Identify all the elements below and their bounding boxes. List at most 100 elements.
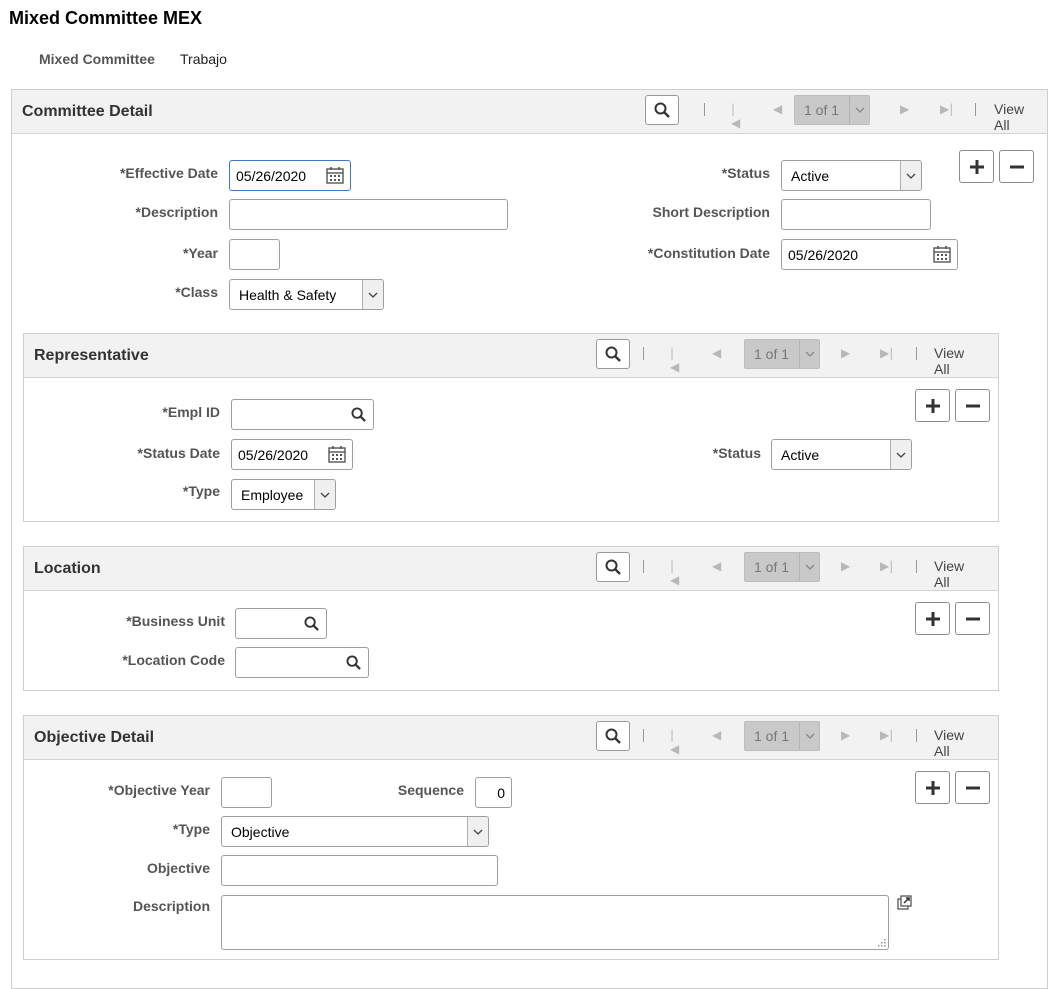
sequence-input[interactable]: 0 <box>475 777 512 808</box>
next-icon[interactable]: ▶ <box>841 559 850 573</box>
page-title: Mixed Committee MEX <box>9 8 203 28</box>
empl-id-label: *Empl ID <box>162 404 220 420</box>
search-icon[interactable] <box>346 655 361 670</box>
business-unit-label: *Business Unit <box>126 613 225 629</box>
prev-icon[interactable]: ◀ <box>712 559 721 573</box>
add-row-button[interactable] <box>915 771 950 804</box>
search-icon[interactable] <box>351 407 366 422</box>
search-icon <box>654 102 670 118</box>
prev-icon[interactable]: ◀ <box>712 728 721 742</box>
constitution-date-input[interactable]: 05/26/2020 <box>781 239 958 270</box>
view-all-link[interactable]: View All <box>994 101 1024 133</box>
status-select[interactable]: Active <box>781 160 922 191</box>
objective-year-label: *Objective Year <box>108 782 210 798</box>
objective-input[interactable] <box>221 855 498 886</box>
mixed-committee-label: Mixed Committee <box>39 51 155 67</box>
objective-type-label: *Type <box>172 821 210 837</box>
next-icon[interactable]: ▶ <box>900 102 909 116</box>
empl-id-input[interactable] <box>231 399 374 430</box>
first-icon[interactable]: |◀ <box>670 559 679 587</box>
location-code-input[interactable] <box>235 647 369 678</box>
delete-row-button[interactable] <box>955 771 990 804</box>
delete-row-button[interactable] <box>999 150 1034 183</box>
objective-description-label: Description <box>132 898 210 914</box>
separator <box>916 347 917 360</box>
effective-date-label: *Effective Date <box>119 165 218 181</box>
plus-icon <box>925 780 940 795</box>
search-button[interactable] <box>596 339 630 369</box>
add-row-button[interactable] <box>959 150 994 183</box>
effective-date-input[interactable]: 05/26/2020 <box>229 160 351 191</box>
status-date-input[interactable]: 05/26/2020 <box>231 439 353 470</box>
type-select[interactable]: Employee <box>231 479 336 510</box>
view-all-link[interactable]: View All <box>934 727 964 759</box>
chevron-down-icon <box>906 173 916 179</box>
rep-status-label: *Status <box>712 445 761 461</box>
objective-type-select[interactable]: Objective <box>221 816 489 847</box>
search-button[interactable] <box>596 552 630 582</box>
sequence-label: Sequence <box>397 782 464 798</box>
minus-icon <box>965 404 980 407</box>
resize-grip-icon[interactable] <box>876 937 886 947</box>
first-icon[interactable]: |◀ <box>670 346 679 374</box>
year-input[interactable] <box>229 239 280 270</box>
add-row-button[interactable] <box>915 389 950 422</box>
section-title: Committee Detail <box>22 103 153 120</box>
rep-status-select[interactable]: Active <box>771 439 912 470</box>
description-label: *Description <box>135 204 218 220</box>
plus-icon <box>925 398 940 413</box>
delete-row-button[interactable] <box>955 602 990 635</box>
description-input[interactable] <box>229 199 508 230</box>
separator <box>975 103 976 116</box>
last-icon[interactable]: ▶| <box>880 559 893 573</box>
add-row-button[interactable] <box>915 602 950 635</box>
calendar-icon[interactable] <box>933 245 951 263</box>
objective-label: Objective <box>146 860 210 876</box>
separator <box>643 560 644 573</box>
pager-dropdown[interactable]: 1 of 1 <box>794 95 870 125</box>
committee-detail-header: Committee Detail |◀ ◀ 1 of 1 ▶ ▶| View A… <box>12 90 1047 134</box>
separator <box>916 560 917 573</box>
minus-icon <box>1009 165 1024 168</box>
representative-header: Representative |◀ ◀ 1 of 1 ▶ ▶| View All <box>24 334 998 378</box>
business-unit-input[interactable] <box>235 608 327 639</box>
pager-dropdown[interactable]: 1 of 1 <box>744 552 820 582</box>
short-description-label: Short Description <box>652 204 770 220</box>
constitution-date-label: *Constitution Date <box>647 245 770 261</box>
class-label: *Class <box>175 284 218 300</box>
pager-text: 1 of 1 <box>804 102 840 118</box>
chevron-down-icon <box>805 351 814 357</box>
type-label: *Type <box>182 483 220 499</box>
next-icon[interactable]: ▶ <box>841 346 850 360</box>
search-icon[interactable] <box>304 616 319 631</box>
class-select[interactable]: Health & Safety <box>229 279 384 310</box>
section-title: Objective Detail <box>34 729 155 746</box>
separator <box>916 729 917 742</box>
pager-text: 1 of 1 <box>754 559 790 575</box>
pager-dropdown[interactable]: 1 of 1 <box>744 339 820 369</box>
search-button[interactable] <box>645 95 679 125</box>
view-all-link[interactable]: View All <box>934 345 964 377</box>
prev-icon[interactable]: ◀ <box>712 346 721 360</box>
objective-description-textarea[interactable] <box>221 895 889 950</box>
chevron-down-icon <box>473 829 483 835</box>
view-all-link[interactable]: View All <box>934 558 964 590</box>
calendar-icon[interactable] <box>328 445 346 463</box>
expand-icon[interactable] <box>897 895 912 910</box>
prev-icon[interactable]: ◀ <box>773 102 782 116</box>
short-description-input[interactable] <box>781 199 931 230</box>
search-button[interactable] <box>596 721 630 751</box>
last-icon[interactable]: ▶| <box>880 728 893 742</box>
last-icon[interactable]: ▶| <box>880 346 893 360</box>
first-icon[interactable]: |◀ <box>670 728 679 756</box>
calendar-icon[interactable] <box>326 166 344 184</box>
last-icon[interactable]: ▶| <box>940 102 953 116</box>
next-icon[interactable]: ▶ <box>841 728 850 742</box>
section-title: Representative <box>34 347 149 364</box>
delete-row-button[interactable] <box>955 389 990 422</box>
first-icon[interactable]: |◀ <box>731 102 740 130</box>
objective-year-input[interactable] <box>221 777 272 808</box>
search-icon <box>605 346 621 362</box>
pager-dropdown[interactable]: 1 of 1 <box>744 721 820 751</box>
chevron-down-icon <box>855 107 864 113</box>
